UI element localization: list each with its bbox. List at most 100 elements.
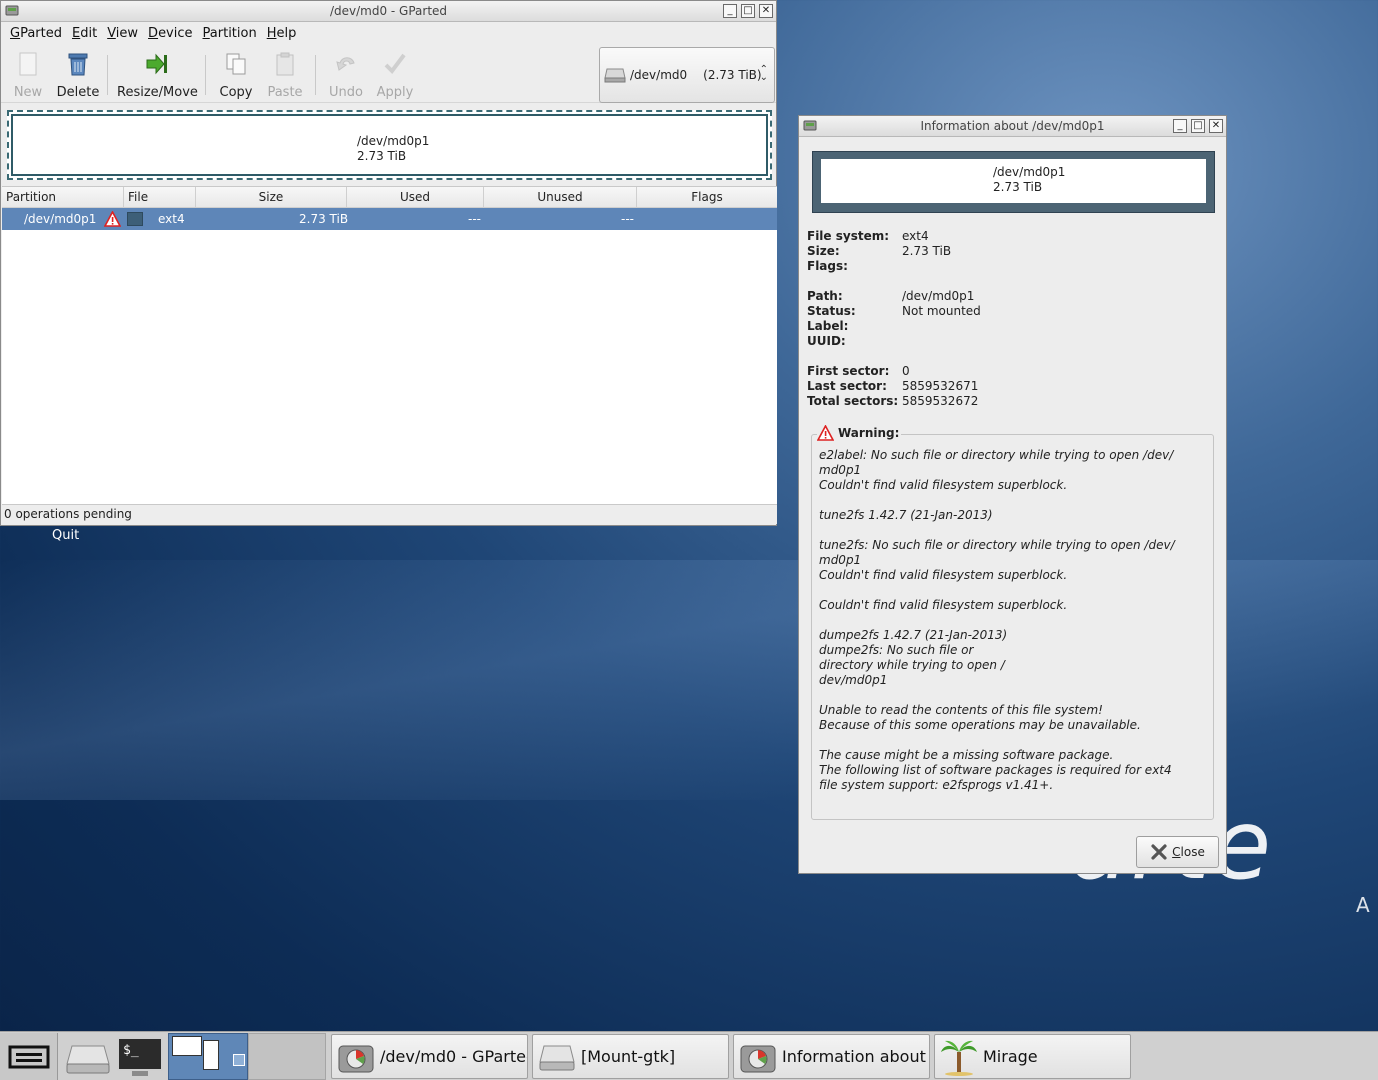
start-menu-button[interactable]: [0, 1033, 58, 1080]
warning-heading: Warning:: [817, 425, 902, 441]
palm-tree-icon: [941, 1040, 977, 1076]
task-label: Information about ...: [782, 1047, 930, 1066]
resize-arrow-icon: [146, 53, 167, 75]
warning-line: The cause might be a missing software pa…: [819, 748, 1114, 762]
task-gparted[interactable]: /dev/md0 - GParted: [331, 1034, 528, 1079]
resize-move-button[interactable]: Resize/Move: [117, 51, 198, 100]
undo-button[interactable]: Undo: [327, 51, 365, 100]
paste-icon: [276, 52, 294, 76]
main-titlebar[interactable]: /dev/md0 - GParted _ □ ✕: [1, 1, 776, 22]
copy-icon: [226, 53, 246, 75]
checkmark-icon: [384, 53, 406, 75]
gparted-icon: [338, 1045, 374, 1072]
partition-list-header: Partition File System Size Used Unused F…: [2, 187, 777, 225]
device-selector[interactable]: /dev/md0 (2.73 TiB) ⌃ ⌄: [599, 47, 775, 103]
menu-partition[interactable]: Partition: [198, 26, 262, 41]
close-window-button[interactable]: ✕: [759, 4, 773, 18]
menu-edit[interactable]: Edit: [67, 26, 102, 41]
info-window-title: Information about /dev/md0p1: [920, 119, 1105, 133]
delete-button-label: Delete: [56, 85, 100, 100]
warning-line: [819, 583, 1199, 598]
undo-icon: [336, 57, 355, 71]
taskbar: $_ /dev/md0 - GParted [Mount-gtk] Inform…: [0, 1031, 1378, 1080]
row-unused: ---: [621, 212, 634, 226]
menu-help[interactable]: Help: [262, 26, 302, 41]
close-button[interactable]: Close: [1136, 836, 1219, 868]
task-mirage[interactable]: Mirage: [934, 1034, 1131, 1079]
warning-line: tune2fs 1.42.7 (21-Jan-2013): [819, 508, 993, 522]
workspace-1[interactable]: [168, 1033, 248, 1080]
task-label: Mirage: [983, 1047, 1038, 1066]
combo-updown-icon: ⌃ ⌄: [759, 64, 768, 83]
row-filesystem: ext4: [158, 212, 185, 226]
resize-move-label: Resize/Move: [117, 85, 198, 100]
warning-icon: [104, 211, 121, 227]
new-button[interactable]: New: [13, 51, 43, 100]
warning-line: file system support: e2fsprogs v1.41+.: [819, 778, 1054, 792]
task-label: /dev/md0 - GParted: [380, 1047, 528, 1066]
graph-partition-size: 2.73 TiB: [357, 149, 407, 163]
warning-line: md0p1: [819, 463, 862, 477]
warning-line: [819, 613, 1199, 628]
info-titlebar[interactable]: Information about /dev/md0p1 _ □ ✕: [799, 116, 1226, 137]
warning-line: e2label: No such file or directory while…: [819, 448, 1174, 462]
close-window-button[interactable]: ✕: [1209, 119, 1223, 133]
column-partition[interactable]: Partition: [2, 187, 124, 207]
terminal-launcher[interactable]: $_: [116, 1036, 164, 1078]
device-name: /dev/md0: [630, 68, 688, 82]
column-unused[interactable]: Unused: [484, 187, 637, 207]
warning-line: The following list of software packages …: [819, 763, 1172, 777]
gparted-main-window: /dev/md0 - GParted _ □ ✕ GParted Edit Vi…: [0, 0, 777, 526]
gparted-icon: [5, 5, 19, 16]
gparted-icon: [803, 120, 817, 131]
warning-line: Unable to read the contents of this file…: [819, 703, 1103, 717]
column-size[interactable]: Size: [196, 187, 347, 207]
filesystem-color-swatch: [127, 212, 143, 226]
drive-launcher[interactable]: [64, 1036, 112, 1078]
undo-button-label: Undo: [329, 85, 363, 100]
workspace-pager[interactable]: [168, 1033, 326, 1080]
column-used[interactable]: Used: [347, 187, 484, 207]
apply-button-label: Apply: [376, 85, 414, 100]
warning-line: md0p1: [819, 553, 862, 567]
table-row[interactable]: /dev/md0p1 ext4 2.73 TiB --- ---: [2, 208, 777, 230]
workspace-2[interactable]: [248, 1033, 326, 1080]
partition-graph[interactable]: /dev/md0p1 2.73 TiB: [7, 110, 772, 180]
partition-graph-block[interactable]: /dev/md0p1 2.73 TiB: [11, 114, 768, 176]
toolbar: New Delete Resize/Move Copy Paste Undo A…: [1, 45, 776, 103]
warning-icon: [817, 425, 834, 441]
row-size: 2.73 TiB: [299, 212, 349, 226]
column-flags[interactable]: Flags: [637, 187, 777, 207]
warning-line: Couldn't find valid filesystem superbloc…: [819, 478, 1068, 492]
maximize-button[interactable]: □: [741, 4, 755, 18]
paste-button-label: Paste: [267, 85, 303, 100]
warning-line: [819, 493, 1199, 508]
wallpaper-logo-sub: A: [1356, 893, 1370, 917]
warning-line: Couldn't find valid filesystem superbloc…: [819, 598, 1068, 612]
menu-view[interactable]: View: [102, 26, 143, 41]
warning-title: Warning:: [838, 426, 900, 440]
svg-text:$_: $_: [123, 1043, 139, 1058]
maximize-button[interactable]: □: [1191, 119, 1205, 133]
warning-line: dumpe2fs: No such file or: [819, 643, 974, 657]
info-partition-graph: /dev/md0p1 2.73 TiB: [812, 151, 1215, 213]
drive-icon: [539, 1045, 575, 1070]
terminal-icon: $_: [117, 1037, 163, 1076]
apply-button[interactable]: Apply: [375, 51, 415, 100]
quit-label[interactable]: Quit: [52, 528, 79, 543]
gparted-icon: [740, 1045, 776, 1072]
task-info-dialog[interactable]: Information about ...: [733, 1034, 930, 1079]
drive-icon: [66, 1045, 110, 1074]
minimize-button[interactable]: _: [1173, 119, 1187, 133]
new-button-label: New: [13, 85, 43, 100]
drive-icon: [604, 68, 626, 83]
column-filesystem[interactable]: File System: [124, 187, 196, 225]
warning-message: e2label: No such file or directory while…: [819, 448, 1199, 793]
menu-device[interactable]: Device: [143, 26, 197, 41]
menu-gparted[interactable]: GParted: [5, 26, 67, 41]
minimize-button[interactable]: _: [723, 4, 737, 18]
paste-button[interactable]: Paste: [267, 51, 303, 100]
copy-button[interactable]: Copy: [217, 51, 255, 100]
task-mount-gtk[interactable]: [Mount-gtk]: [532, 1034, 729, 1079]
delete-button[interactable]: Delete: [55, 51, 101, 100]
